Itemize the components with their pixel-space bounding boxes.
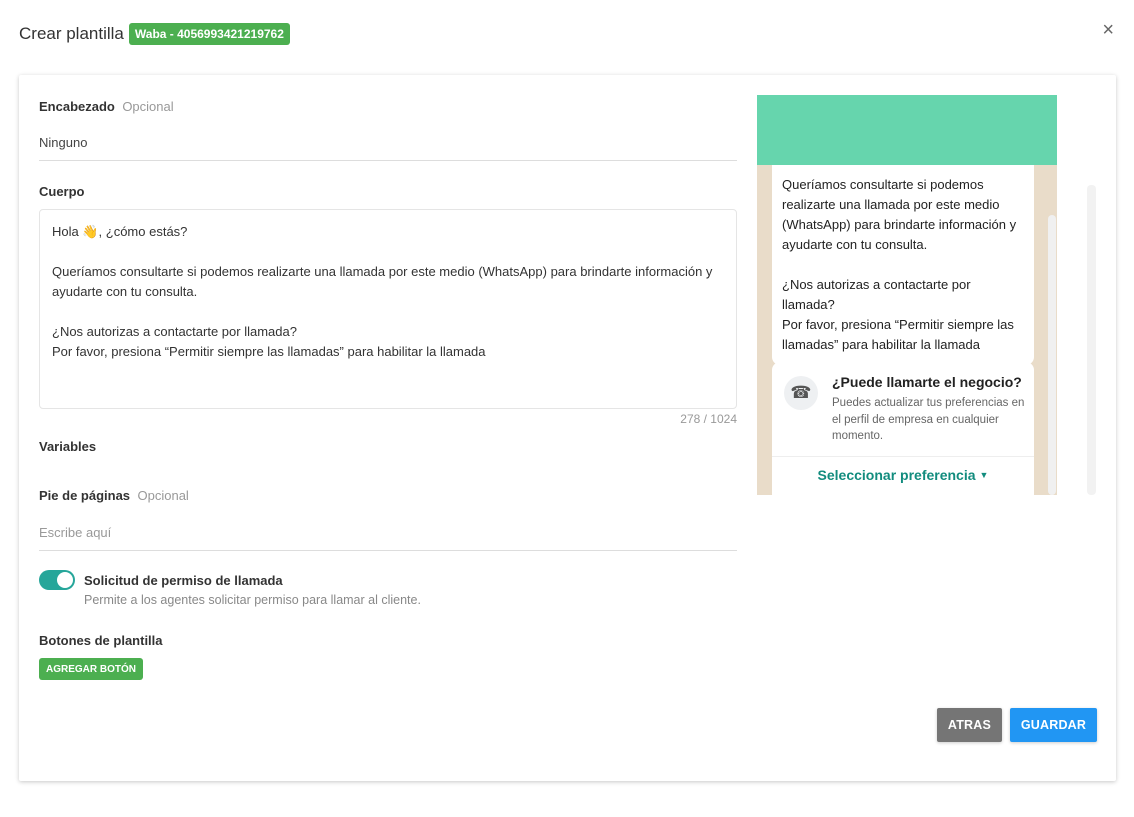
waba-badge: Waba - 4056993421219762 [128,23,290,45]
template-buttons-label: Botones de plantilla [39,633,163,648]
save-button[interactable]: GUARDAR [1010,708,1097,742]
preview-scrollbar[interactable] [1048,215,1056,495]
select-preference-label: Seleccionar preferencia [817,467,976,483]
close-icon[interactable]: × [1102,20,1114,40]
call-card-divider [772,456,1034,457]
select-preference-button[interactable]: Seleccionar preferencia ▼ [772,467,1034,483]
call-permission-label: Solicitud de permiso de llamada [84,573,283,588]
header-select[interactable]: Ninguno [39,135,737,161]
whatsapp-preview: Queríamos consultarte si podemos realiza… [757,95,1057,495]
phone-icon: ☎ [784,376,818,410]
call-permission-toggle[interactable] [39,570,75,590]
caret-down-icon: ▼ [979,470,989,480]
header-optional-label: Opcional [122,99,174,114]
footer-input[interactable]: Escribe aquí [39,525,737,551]
call-permission-card: ☎ ¿Puede llamarte el negocio? Puedes act… [772,362,1034,495]
template-card: Encabezado Opcional Ninguno Cuerpo Hola … [19,75,1116,781]
variables-label: Variables [39,439,97,454]
call-card-description: Puedes actualizar tus preferencias en el… [832,397,1025,442]
preview-header-bar [757,95,1057,165]
toggle-knob [57,572,73,588]
body-char-counter: 278 / 1024 [680,412,737,426]
header-label: Encabezado [39,99,115,114]
add-button-button[interactable]: AGREGAR BOTÓN [39,658,143,680]
footer-input-placeholder: Escribe aquí [39,525,112,540]
modal-header: Crear plantilla Waba - 4056993421219762 [19,19,290,49]
card-scrollbar[interactable] [1087,185,1096,495]
header-select-value: Ninguno [39,135,88,150]
footer-section-label: Pie de páginas Opcional [39,487,189,505]
header-section-label: Encabezado Opcional [39,98,174,116]
call-permission-description: Permite a los agentes solicitar permiso … [84,593,421,607]
create-template-modal: Crear plantilla Waba - 4056993421219762 … [0,0,1134,817]
back-button[interactable]: ATRAS [937,708,1002,742]
body-textarea[interactable]: Hola 👋, ¿cómo estás? Queríamos consultar… [39,209,737,409]
modal-title: Crear plantilla [19,24,124,43]
body-label: Cuerpo [39,184,85,199]
preview-message-bubble: Queríamos consultarte si podemos realiza… [772,165,1034,365]
call-card-title: ¿Puede llamarte el negocio? [832,374,1022,390]
footer-optional-label: Opcional [137,488,189,503]
footer-label: Pie de páginas [39,488,131,503]
